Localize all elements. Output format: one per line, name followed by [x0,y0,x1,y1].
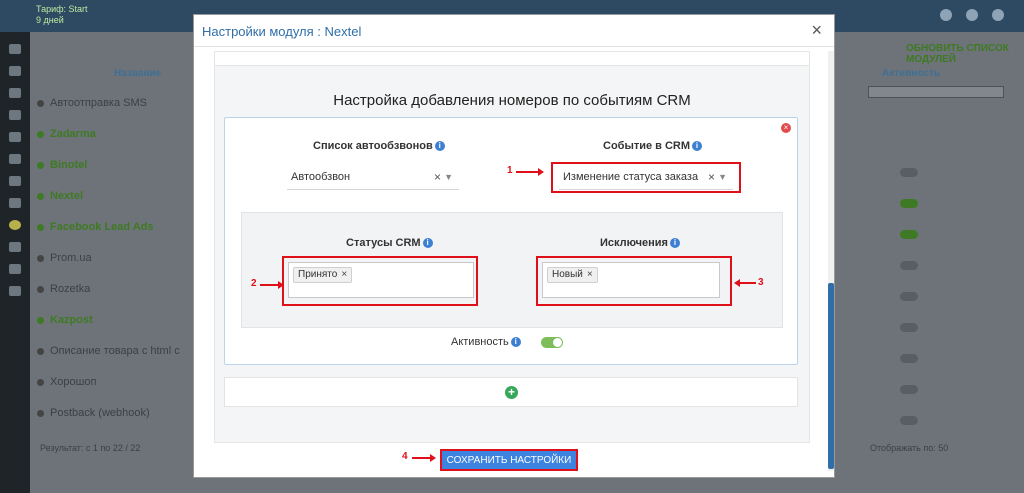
left-sidebar [0,32,30,493]
list-item[interactable]: Facebook Lead Ads [34,220,180,251]
activity-label: Активность i [451,336,521,348]
section-title: Настройка добавления номеров по событиям… [333,92,691,109]
list-item[interactable]: Binotel [34,158,180,189]
modal-header: Настройки модуля : Nextel × [194,15,834,47]
monitor-icon[interactable] [9,44,21,54]
annotation-arrow [734,279,756,287]
activity-toggle[interactable] [541,337,563,348]
highlight-box [536,256,732,306]
status-conditions-panel: Статусы CRM i Принято × Исключения i Новый × [241,212,783,328]
activity-toggle[interactable] [900,230,918,239]
list-item[interactable]: Автоотправка SMS [34,96,180,127]
info-icon[interactable]: i [669,238,680,248]
info-icon[interactable]: i [692,141,703,151]
autodial-select[interactable]: Автообзвон × ▼ [287,166,459,190]
modal-scrollbar[interactable] [828,51,834,471]
menu-icon[interactable] [992,9,1004,21]
list-item[interactable]: Prom.ua [34,251,180,282]
bell-icon[interactable] [966,9,978,21]
list-item[interactable]: Kazpost [34,313,180,344]
video-icon[interactable] [9,286,21,296]
close-icon[interactable]: × [811,20,822,40]
save-settings-button[interactable]: СОХРАНИТЬ НАСТРОЙКИ [440,449,578,471]
list-item[interactable]: Nextel [34,189,180,220]
crm-event-label: Событие в CRM i [603,140,703,152]
highlight-box [282,256,478,306]
autodial-label: Список автообзвонов i [313,140,445,152]
annotation-4: 4 [402,451,408,462]
tariff-label: Тариф: Start [36,4,88,14]
cards-icon[interactable] [9,66,21,76]
list-item[interactable]: Rozetka [34,282,180,313]
add-rule-row: + [224,377,798,407]
refresh-modules-button[interactable]: ОБНОВИТЬ СПИСОК МОДУЛЕЙ [906,43,1024,65]
annotation-2: 2 [251,278,257,289]
list-item[interactable]: Хорошоп [34,375,180,406]
user-icon[interactable] [940,9,952,21]
brand-block: Тариф: Start 9 дней [36,4,88,26]
pagination-info: Результат: с 1 по 22 / 22 [40,443,141,453]
modules-list: Автоотправка SMS Zadarma Binotel Nextel … [34,96,180,437]
event-rule-card: × Список автообзвонов i Автообзвон × ▼ Со… [224,117,798,365]
activity-toggle[interactable] [900,292,918,301]
eye-icon[interactable] [9,264,21,274]
box-icon[interactable] [9,88,21,98]
page-size-info: Отображать по: 50 [870,443,949,453]
chart-icon[interactable] [9,198,21,208]
chat-icon[interactable] [9,132,21,142]
autodial-value: Автообзвон [291,171,351,183]
megaphone-icon[interactable] [9,176,21,186]
activity-filter-select[interactable] [868,86,1004,98]
annotation-arrow [260,281,284,289]
activity-toggles [900,168,918,447]
activity-toggle[interactable] [900,261,918,270]
scrollbar-thumb[interactable] [828,283,834,469]
highlight-box [551,162,741,193]
add-rule-button[interactable]: + [505,386,518,399]
info-icon[interactable]: i [510,337,521,347]
annotation-arrow [412,454,436,462]
activity-toggle[interactable] [900,323,918,332]
clear-icon[interactable]: × [434,166,441,188]
column-activity-header: Активность [882,68,941,79]
info-icon[interactable] [9,242,21,252]
column-name-header: Название [114,68,162,79]
activity-toggle[interactable] [900,168,918,177]
coin-icon[interactable] [9,220,21,230]
activity-toggle[interactable] [900,416,918,425]
topbar-icons [940,9,1004,21]
annotation-arrow [516,168,544,176]
exceptions-label: Исключения i [600,237,680,249]
list-item[interactable]: Zadarma [34,127,180,158]
modal-title: Настройки модуля : Nextel [202,24,362,39]
panel-top-strip [215,52,809,66]
module-settings-modal: Настройки модуля : Nextel × Настройка до… [193,14,835,478]
truck-icon[interactable] [9,154,21,164]
activity-toggle[interactable] [900,385,918,394]
list-icon[interactable] [9,110,21,120]
info-icon[interactable]: i [434,141,445,151]
annotation-3: 3 [758,277,764,288]
crm-status-label: Статусы CRM i [346,237,433,249]
annotation-1: 1 [507,165,513,176]
list-item[interactable]: Описание товара с html c [34,344,180,375]
days-label: 9 дней [36,15,64,25]
remove-rule-icon[interactable]: × [781,123,791,133]
activity-toggle[interactable] [900,199,918,208]
activity-toggle[interactable] [900,354,918,363]
chevron-down-icon[interactable]: ▼ [444,166,453,188]
info-icon[interactable]: i [422,238,433,248]
list-item[interactable]: Postback (webhook) [34,406,180,437]
